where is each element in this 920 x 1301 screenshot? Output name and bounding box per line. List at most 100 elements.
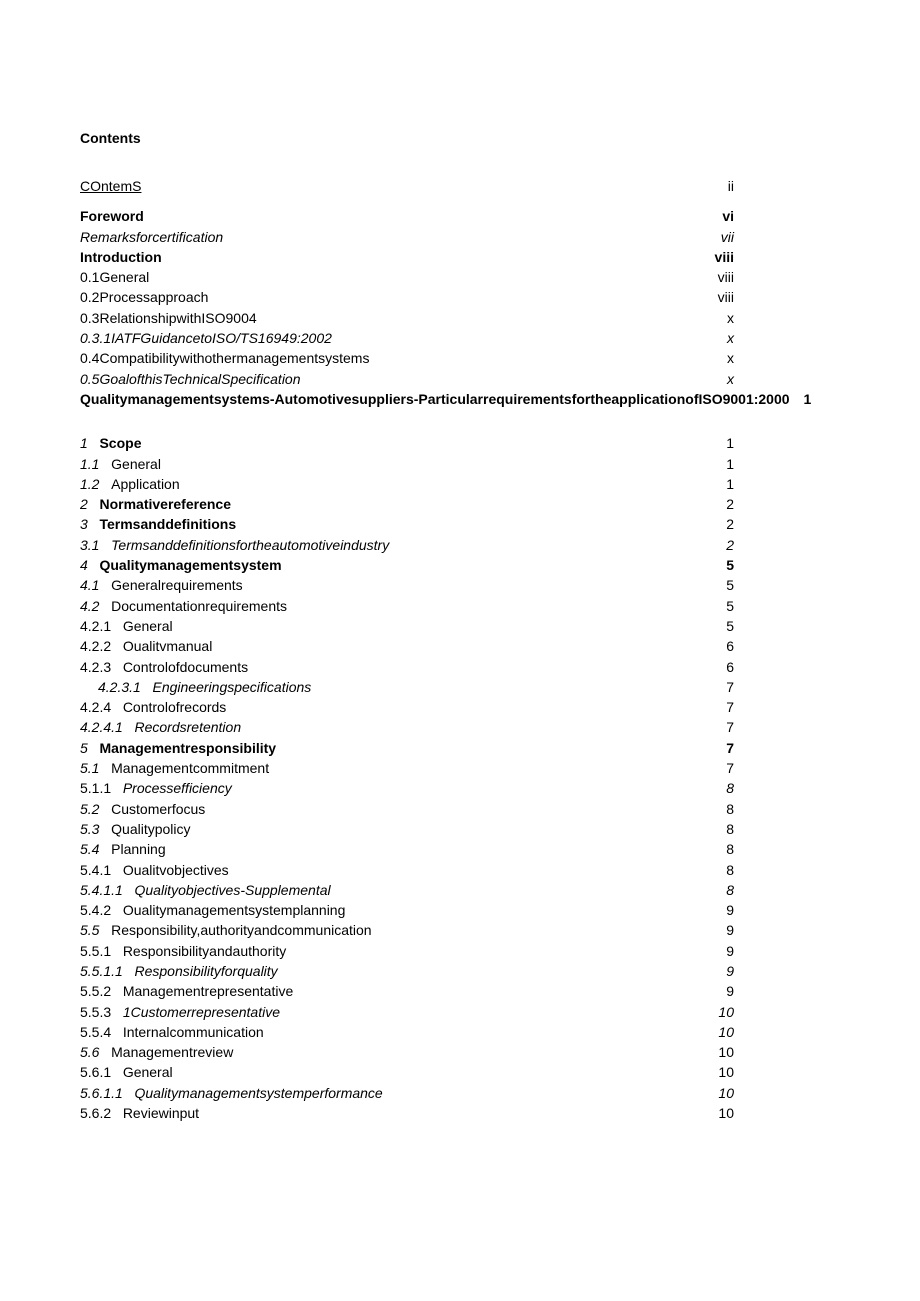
toc-title: Managementreview [111, 1044, 233, 1060]
toc-page: 9 [694, 900, 734, 920]
toc-title: Planning [111, 841, 166, 857]
toc-title: Managementrepresentative [123, 983, 293, 999]
toc-page: 9 [694, 920, 734, 940]
toc-number: 5.4.1.1 [80, 880, 123, 900]
toc-page: 6 [694, 657, 734, 677]
toc-number: 4.1 [80, 575, 99, 595]
toc-title: Documentationrequirements [111, 598, 287, 614]
toc-number: 4.2.4 [80, 697, 111, 717]
toc-title: Customerfocus [111, 801, 205, 817]
toc-page: 1 [694, 454, 734, 474]
toc-number: 4 [80, 555, 88, 575]
toc-page: 7 [694, 758, 734, 778]
toc-number: 5.6.1.1 [80, 1083, 123, 1103]
toc-number: 5.6 [80, 1042, 99, 1062]
toc-number: 5.5.3 [80, 1002, 111, 1022]
toc-page: 10 [694, 1103, 734, 1123]
toc-page: 7 [694, 697, 734, 717]
toc-title: Reviewinput [123, 1105, 199, 1121]
toc-row: 5.6.1.1 Qualitymanagementsystemperforman… [80, 1083, 734, 1103]
toc-title: Processefficiency [123, 780, 232, 796]
contents-self-link: COntemS [80, 176, 141, 196]
toc-number: 4.2.1 [80, 616, 111, 636]
toc-row: 3 Termsanddefinitions2 [80, 514, 734, 534]
toc-title: Scope [99, 435, 141, 451]
front-matter-label: 0.4Compatibilitywithothermanagementsyste… [80, 348, 369, 368]
toc-number: 4.2.3.1 [98, 677, 141, 697]
toc-number: 5.3 [80, 819, 99, 839]
toc-number: 5.1 [80, 758, 99, 778]
toc-row: 3.1 Termsanddefinitionsfortheautomotivei… [80, 535, 734, 555]
toc-number: 2 [80, 494, 88, 514]
front-matter-row: 0.5GoalofthisTechnicalSpecification x [80, 369, 734, 389]
contents-self-link-page: ii [694, 176, 734, 196]
toc-row: 5.4.1 Oualitvobjectives8 [80, 860, 734, 880]
front-matter-page: vi [694, 206, 734, 226]
front-matter-row: 0.4Compatibilitywithothermanagementsyste… [80, 348, 734, 368]
front-matter-page: x [694, 348, 734, 368]
toc-row: 5.4 Planning8 [80, 839, 734, 859]
toc-title: Managementresponsibility [99, 740, 276, 756]
toc-number: 5.6.1 [80, 1062, 111, 1082]
toc-page: 9 [694, 941, 734, 961]
toc-number: 5.2 [80, 799, 99, 819]
toc-number: 4.2.2 [80, 636, 111, 656]
toc-title: Application [111, 476, 180, 492]
toc-title: Controlofdocuments [123, 659, 248, 675]
toc-page: 5 [694, 616, 734, 636]
toc-number: 5.5.4 [80, 1022, 111, 1042]
toc-row: 5.3 Qualitypolicy8 [80, 819, 734, 839]
toc-page: 9 [694, 981, 734, 1001]
toc-page: 8 [694, 799, 734, 819]
toc-row: 5.1 Managementcommitment7 [80, 758, 734, 778]
toc-row: 5.6 Managementreview10 [80, 1042, 734, 1062]
front-matter-row: 0.1Generalviii [80, 267, 734, 287]
toc-title: General [111, 456, 161, 472]
front-matter-label: 0.2Processapproach [80, 287, 208, 307]
toc-page: 2 [694, 514, 734, 534]
toc-page: 8 [694, 839, 734, 859]
main-title-page: 1 [790, 389, 812, 409]
toc-title: Responsibilityforquality [135, 963, 278, 979]
toc-page: 10 [694, 1062, 734, 1082]
front-matter-page: x [694, 308, 734, 328]
toc-number: 5.5.1.1 [80, 961, 123, 981]
toc-page: 1 [694, 474, 734, 494]
front-matter-page: x [694, 369, 734, 389]
toc-row: 5.4.1.1 Qualityobjectives-Supplemental 8 [80, 880, 734, 900]
toc-number: 5.4.2 [80, 900, 111, 920]
toc-page: 8 [694, 778, 734, 798]
front-matter-row: 0.3.1IATFGuidancetoISO/TS16949:2002x [80, 328, 734, 348]
front-matter-row: Foreword vi [80, 206, 734, 226]
toc-title: 1Customerrepresentative [123, 1004, 280, 1020]
front-matter-label: 0.5GoalofthisTechnicalSpecification [80, 369, 301, 389]
toc-title: General [123, 618, 173, 634]
toc-title: Qualitymanagementsystemperformance [135, 1085, 383, 1101]
toc-page: 5 [694, 555, 734, 575]
toc-page: 2 [694, 535, 734, 555]
toc-number: 5 [80, 738, 88, 758]
toc-row: 5.4.2 Oualitymanagementsystemplanning 9 [80, 900, 734, 920]
front-matter-label: Introduction [80, 247, 162, 267]
toc-title: Oualitymanagementsystemplanning [123, 902, 346, 918]
toc-title: Qualityobjectives-Supplemental [135, 882, 331, 898]
main-title-label: Qualitymanagementsystems-Automotivesuppl… [80, 389, 790, 409]
toc-number: 3.1 [80, 535, 99, 555]
toc-row: 4.2.4.1 Recordsretention7 [80, 717, 734, 737]
toc-title: Controlofrecords [123, 699, 227, 715]
toc-title: Responsibilityandauthority [123, 943, 286, 959]
toc-page: 5 [694, 596, 734, 616]
toc-row: 5.2 Customerfocus 8 [80, 799, 734, 819]
toc-number: 4.2.4.1 [80, 717, 123, 737]
toc-row: 4.2.3.1 Engineeringspecifications7 [80, 677, 734, 697]
front-matter-row: Remarksforcertificationvii [80, 227, 734, 247]
toc-page: 8 [694, 819, 734, 839]
toc-row: 4.2.3 Controlofdocuments6 [80, 657, 734, 677]
toc-number: 5.6.2 [80, 1103, 111, 1123]
front-matter-label: 0.3.1IATFGuidancetoISO/TS16949:2002 [80, 328, 332, 348]
toc-page: 7 [694, 677, 734, 697]
toc-page: 8 [694, 880, 734, 900]
front-matter-label: Foreword [80, 206, 144, 226]
front-matter-page: viii [694, 247, 734, 267]
front-matter-row: Introduction viii [80, 247, 734, 267]
